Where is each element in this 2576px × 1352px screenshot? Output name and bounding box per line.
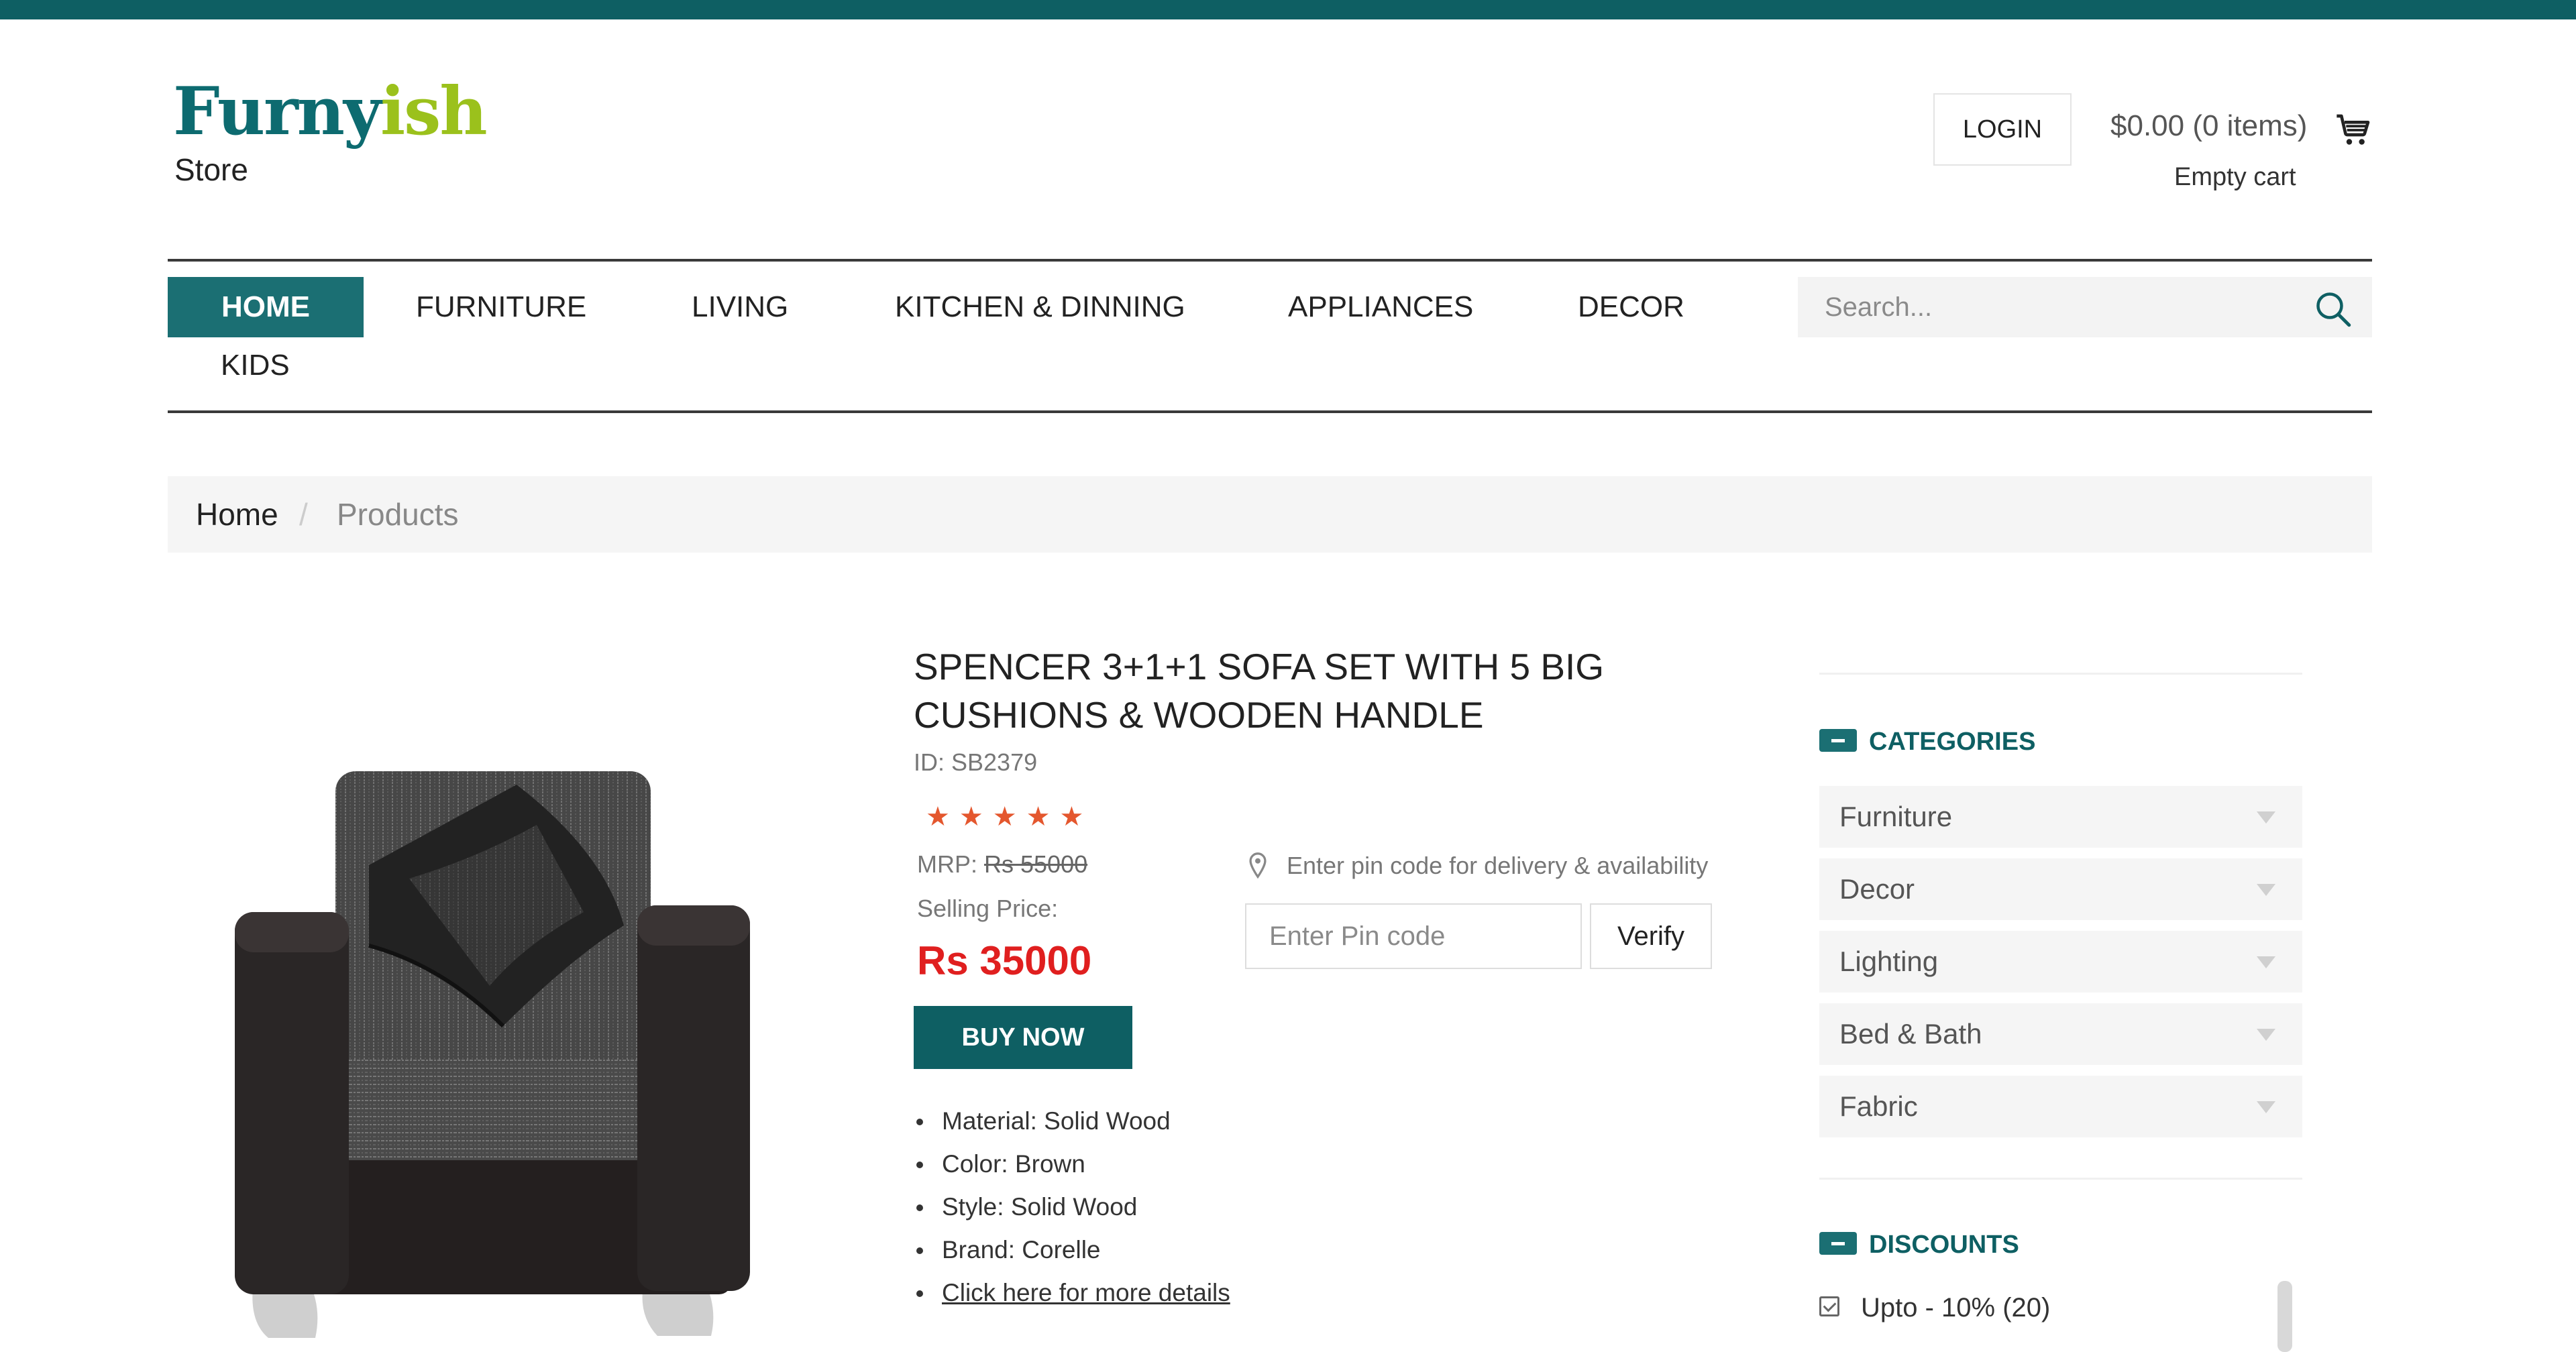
pincode-note: Enter pin code for delivery & availabili… (1287, 852, 1709, 879)
login-button[interactable]: LOGIN (1933, 93, 2072, 166)
sidebar-scrollbar[interactable] (2277, 1281, 2292, 1352)
store-logo[interactable]: Furnyish Store (173, 79, 488, 188)
cart-summary[interactable]: $0.00 (0 items) (2110, 109, 2307, 143)
chevron-down-icon[interactable] (2257, 811, 2275, 824)
search-bar (1798, 277, 2372, 337)
mrp-label: MRP: (917, 850, 977, 878)
nav-item-decor[interactable]: DECOR (1578, 277, 1684, 337)
discounts-header[interactable]: DISCOUNTS (1819, 1231, 2019, 1259)
search-input[interactable] (1825, 277, 2294, 337)
product-specs: Material: Solid Wood Color: Brown Style:… (914, 1100, 1230, 1314)
chevron-down-icon[interactable] (2257, 956, 2275, 968)
product-title: SPENCER 3+1+1 SOFA SET WITH 5 BIG CUSHIO… (914, 646, 1605, 736)
category-label: Bed & Bath (1839, 1018, 1982, 1050)
spec-brand: Brand: Corelle (914, 1229, 1230, 1272)
breadcrumb-current: Products (337, 497, 459, 532)
rating-stars: ★★★★★ (926, 802, 1093, 832)
discount-label: Upto - 10% (20) (1861, 1293, 2051, 1322)
spec-material: Material: Solid Wood (914, 1100, 1230, 1143)
spec-details-item: Click here for more details (914, 1272, 1230, 1314)
breadcrumb: Home / Products (168, 476, 2372, 553)
categories-header[interactable]: CATEGORIES (1819, 728, 2035, 756)
nav-item-kids[interactable]: KIDS (221, 335, 290, 396)
cart-icon[interactable] (2335, 111, 2373, 149)
category-item-bed-bath[interactable]: Bed & Bath (1819, 1003, 2302, 1065)
product-image[interactable] (221, 744, 758, 1352)
sidebar-divider-middle (1819, 1178, 2302, 1180)
collapse-minus-icon[interactable] (1819, 728, 1857, 752)
nav-item-kitchen-dinning[interactable]: KITCHEN & DINNING (895, 277, 1185, 337)
collapse-minus-icon[interactable] (1819, 1231, 1857, 1255)
selling-price: Rs 35000 (917, 938, 1092, 983)
more-details-link[interactable]: Click here for more details (942, 1279, 1230, 1306)
selling-price-label: Selling Price: (917, 895, 1059, 922)
chevron-down-icon[interactable] (2257, 1101, 2275, 1113)
logo-subtitle: Store (174, 152, 248, 187)
category-label: Lighting (1839, 946, 1939, 977)
nav-top-divider (168, 259, 2372, 262)
category-label: Furniture (1839, 801, 1953, 832)
chevron-down-icon[interactable] (2257, 1029, 2275, 1041)
verify-button[interactable]: Verify (1590, 903, 1712, 969)
category-item-fabric[interactable]: Fabric (1819, 1076, 2302, 1137)
category-label: Fabric (1839, 1090, 1918, 1122)
breadcrumb-home-link[interactable]: Home (196, 476, 278, 553)
sidebar-divider-top (1819, 673, 2302, 675)
top-accent-bar (0, 0, 2576, 19)
logo-text-primary: Furny (173, 73, 382, 150)
category-item-furniture[interactable]: Furniture (1819, 786, 2302, 848)
discount-filter-item[interactable]: Upto - 10% (20) (1819, 1293, 2050, 1323)
cart-status: Empty cart (2174, 163, 2296, 191)
spec-color: Color: Brown (914, 1143, 1230, 1186)
category-item-lighting[interactable]: Lighting (1819, 931, 2302, 993)
category-label: Decor (1839, 873, 1915, 905)
categories-title: CATEGORIES (1869, 728, 2036, 756)
search-icon[interactable] (2313, 289, 2353, 329)
breadcrumb-separator: / (299, 497, 308, 532)
product-id: ID: SB2379 (914, 748, 1038, 776)
nav-bottom-divider (168, 410, 2372, 413)
mrp-value: Rs 55000 (984, 850, 1088, 878)
category-item-decor[interactable]: Decor (1819, 858, 2302, 920)
nav-item-home[interactable]: HOME (168, 277, 364, 337)
nav-item-appliances[interactable]: APPLIANCES (1288, 277, 1473, 337)
nav-item-furniture[interactable]: FURNITURE (416, 277, 586, 337)
logo-text-accent: ish (380, 73, 488, 150)
spec-style: Style: Solid Wood (914, 1186, 1230, 1229)
buy-now-button[interactable]: BUY NOW (914, 1006, 1132, 1069)
pincode-input[interactable] (1245, 903, 1582, 969)
mrp-row: MRP: Rs 55000 (917, 850, 1087, 879)
discounts-title: DISCOUNTS (1869, 1231, 2019, 1259)
checkbox-checked-icon[interactable] (1819, 1296, 1839, 1317)
chevron-down-icon[interactable] (2257, 884, 2275, 896)
location-pin-icon (1249, 852, 1267, 879)
nav-item-living[interactable]: LIVING (692, 277, 788, 337)
